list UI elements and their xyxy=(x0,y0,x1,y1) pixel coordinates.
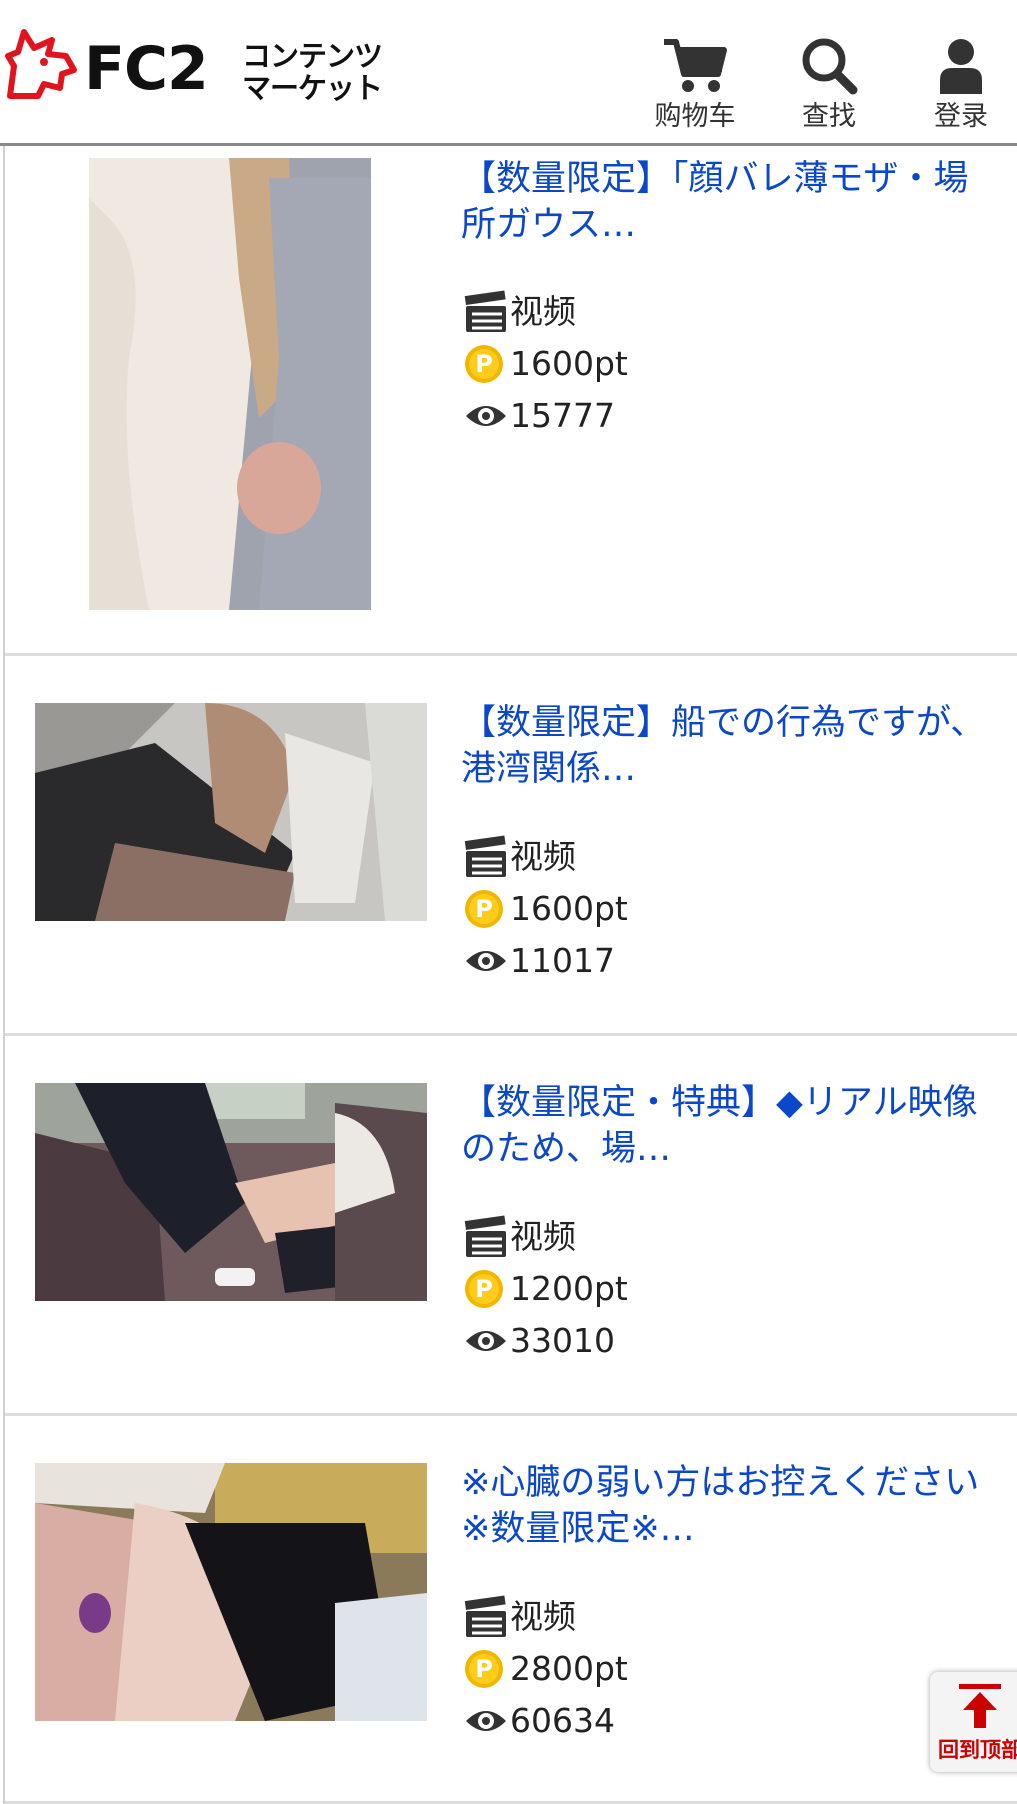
eye-icon xyxy=(466,1711,506,1731)
eye-icon xyxy=(466,1331,506,1351)
meta-type: 视频 xyxy=(464,831,628,883)
cart-label: 购物车 xyxy=(654,101,736,132)
back-to-top-label: 回到顶部 xyxy=(938,1738,1017,1762)
product-title-link[interactable]: 【数量限定】「顔バレ薄モザ・場所ガウス… xyxy=(461,156,991,248)
views-label: 15777 xyxy=(510,396,615,435)
logo-text: FC2 xyxy=(84,34,209,104)
views-label: 60634 xyxy=(510,1701,615,1740)
site-header: FC2 コンテンツ マーケット 购物车 查找 登录 xyxy=(0,0,1017,146)
fc2-logo[interactable]: FC2 コンテンツ マーケット xyxy=(4,26,394,110)
point-coin-icon: P xyxy=(465,890,503,928)
search-button[interactable]: 查找 xyxy=(782,36,876,132)
search-icon xyxy=(802,38,858,95)
type-label: 视频 xyxy=(510,837,576,876)
product-meta: 视频 P 1600pt 15777 xyxy=(464,286,628,442)
product-list: 【数量限定】「顔バレ薄モザ・場所ガウス… 视频 P 1600pt 15777 【… xyxy=(3,146,1017,1804)
point-coin-icon: P xyxy=(465,345,503,383)
product-title-link[interactable]: ※心臓の弱い方はお控えください※数量限定※… xyxy=(461,1460,991,1552)
product-title-link[interactable]: 【数量限定】船での行為ですが、港湾関係… xyxy=(461,700,991,792)
logo-subtitle: コンテンツ マーケット xyxy=(242,40,402,104)
type-label: 视频 xyxy=(510,1597,576,1636)
search-label: 查找 xyxy=(802,101,856,132)
thumbnail-image xyxy=(35,703,427,921)
svg-text:P: P xyxy=(475,895,493,923)
eye-icon xyxy=(466,406,506,426)
product-title-link[interactable]: 【数量限定・特典】◆リアル映像のため、場… xyxy=(461,1080,991,1172)
meta-views: 15777 xyxy=(464,390,628,442)
meta-type: 视频 xyxy=(464,286,628,338)
arrow-up-icon xyxy=(959,1684,1001,1728)
product-thumbnail[interactable] xyxy=(35,1463,427,1721)
price-label: 1600pt xyxy=(510,889,628,928)
meta-price: P 1200pt xyxy=(464,1263,628,1315)
product-meta: 视频 P 1600pt 11017 xyxy=(464,831,628,987)
meta-views: 11017 xyxy=(464,935,628,987)
logo-sub-line2: マーケット xyxy=(242,71,383,105)
point-coin-icon: P xyxy=(465,1650,503,1688)
product-meta: 视频 P 1200pt 33010 xyxy=(464,1211,628,1367)
product-thumbnail[interactable] xyxy=(35,703,427,921)
product-item[interactable]: 【数量限定・特典】◆リアル映像のため、場… 视频 P 1200pt 33010 xyxy=(5,1036,1017,1416)
login-label: 登录 xyxy=(934,101,988,132)
clapperboard-icon xyxy=(464,1215,506,1257)
price-label: 1600pt xyxy=(510,344,628,383)
price-label: 2800pt xyxy=(510,1649,628,1688)
svg-text:P: P xyxy=(475,350,493,378)
meta-price: P 1600pt xyxy=(464,883,628,935)
product-thumbnail[interactable] xyxy=(35,1083,427,1301)
meta-views: 60634 xyxy=(464,1695,628,1747)
thumbnail-image xyxy=(35,1083,427,1301)
meta-type: 视频 xyxy=(464,1211,628,1263)
cart-button[interactable]: 购物车 xyxy=(648,36,742,132)
thumbnail-image xyxy=(35,1463,427,1721)
meta-price: P 1600pt xyxy=(464,338,628,390)
product-item[interactable]: 【数量限定】船での行為ですが、港湾関係… 视频 P 1600pt 11017 xyxy=(5,656,1017,1036)
meta-type: 视频 xyxy=(464,1591,628,1643)
meta-price: P 2800pt xyxy=(464,1643,628,1695)
clapperboard-icon xyxy=(464,290,506,332)
svg-text:P: P xyxy=(475,1275,493,1303)
unicorn-logo-icon xyxy=(5,29,77,99)
point-coin-icon: P xyxy=(465,1270,503,1308)
type-label: 视频 xyxy=(510,1217,576,1256)
product-thumbnail[interactable] xyxy=(89,158,371,610)
price-label: 1200pt xyxy=(510,1269,628,1308)
product-item[interactable]: 【数量限定】「顔バレ薄モザ・場所ガウス… 视频 P 1600pt 15777 xyxy=(5,146,1017,656)
clapperboard-icon xyxy=(464,835,506,877)
product-item[interactable]: ※心臓の弱い方はお控えください※数量限定※… 视频 P 2800pt 60634 xyxy=(5,1416,1017,1804)
svg-text:P: P xyxy=(475,1655,493,1683)
back-to-top-button[interactable]: 回到顶部 xyxy=(930,1672,1017,1772)
meta-views: 33010 xyxy=(464,1315,628,1367)
cart-icon xyxy=(664,39,727,92)
thumbnail-image xyxy=(89,158,371,610)
views-label: 11017 xyxy=(510,941,615,980)
login-button[interactable]: 登录 xyxy=(914,36,1008,132)
eye-icon xyxy=(466,951,506,971)
logo-sub-line1: コンテンツ xyxy=(242,39,383,73)
views-label: 33010 xyxy=(510,1321,615,1360)
type-label: 视频 xyxy=(510,292,576,331)
user-icon xyxy=(940,39,982,94)
clapperboard-icon xyxy=(464,1595,506,1637)
product-meta: 视频 P 2800pt 60634 xyxy=(464,1591,628,1747)
